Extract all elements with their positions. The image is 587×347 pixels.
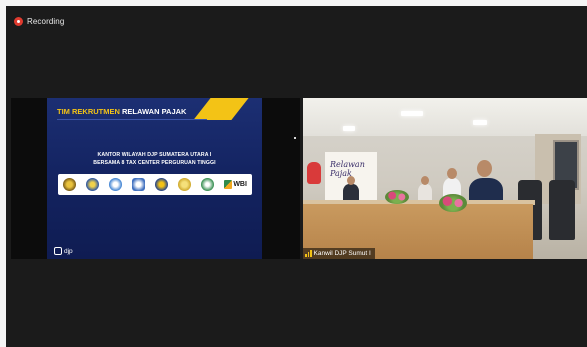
banner-text: Relawan Pajak — [330, 160, 365, 178]
ceiling-light — [343, 126, 355, 131]
tile-divider-dot — [294, 137, 296, 139]
university-logo-7 — [201, 178, 215, 191]
record-icon — [14, 17, 23, 26]
banner-text-line1: Relawan — [330, 160, 365, 169]
recording-label: Recording — [27, 17, 65, 26]
slide-accent-stripe — [193, 98, 249, 120]
shared-screen-tile[interactable]: TIM REKRUTMEN RELAWAN PAJAK KANTOR WILAY… — [11, 98, 300, 259]
ceiling-light — [473, 120, 487, 125]
slide-title: TIM REKRUTMEN RELAWAN PAJAK — [57, 107, 186, 116]
slide-title-word1: TIM REKRUTMEN — [57, 107, 120, 116]
participant-name: Kanwil DJP Sumut I — [313, 250, 371, 257]
signal-bars-icon — [305, 250, 312, 257]
wbi-mark-icon — [224, 180, 233, 189]
presentation-slide: TIM REKRUTMEN RELAWAN PAJAK KANTOR WILAY… — [47, 98, 262, 259]
participant-head — [347, 176, 355, 185]
slide-subtitle-line1: KANTOR WILAYAH DJP SUMATERA UTARA I — [97, 152, 212, 158]
flower-arrangement — [439, 194, 467, 212]
participant-head — [421, 176, 429, 185]
room-ceiling — [303, 98, 587, 136]
mascot-figure — [307, 162, 321, 184]
university-logo-4 — [132, 178, 146, 191]
participant-name-label: Kanwil DJP Sumut I — [303, 248, 375, 259]
university-logo-6 — [178, 178, 192, 191]
djp-label: djp — [64, 247, 73, 255]
university-logo-1 — [63, 178, 76, 191]
ceiling-light — [401, 111, 423, 116]
slide-title-underline — [57, 119, 207, 120]
university-logo-3 — [109, 178, 123, 191]
wbi-label: WBI — [233, 181, 247, 188]
flower-arrangement — [385, 190, 409, 204]
partner-logo-strip: WBI — [58, 174, 252, 195]
meeting-window: Recording TIM REKRUTMEN RELAWAN PAJAK KA… — [6, 6, 587, 347]
participant-video-tile[interactable]: Relawan Pajak Kanwil DJP Sumut I — [303, 98, 587, 259]
recording-indicator: Recording — [14, 15, 64, 28]
participant-head — [477, 160, 492, 177]
office-chair — [549, 180, 575, 240]
university-logo-5 — [155, 178, 169, 191]
wbi-logo: WBI — [224, 180, 247, 189]
djp-logo-icon — [54, 247, 62, 255]
slide-subtitle-line2: BERSAMA 8 TAX CENTER PERGURUAN TINGGI — [93, 160, 216, 166]
university-logo-2 — [86, 178, 100, 191]
slide-title-word2: RELAWAN PAJAK — [122, 107, 187, 116]
participant-head — [447, 168, 457, 179]
slide-footer: djp — [54, 247, 73, 255]
